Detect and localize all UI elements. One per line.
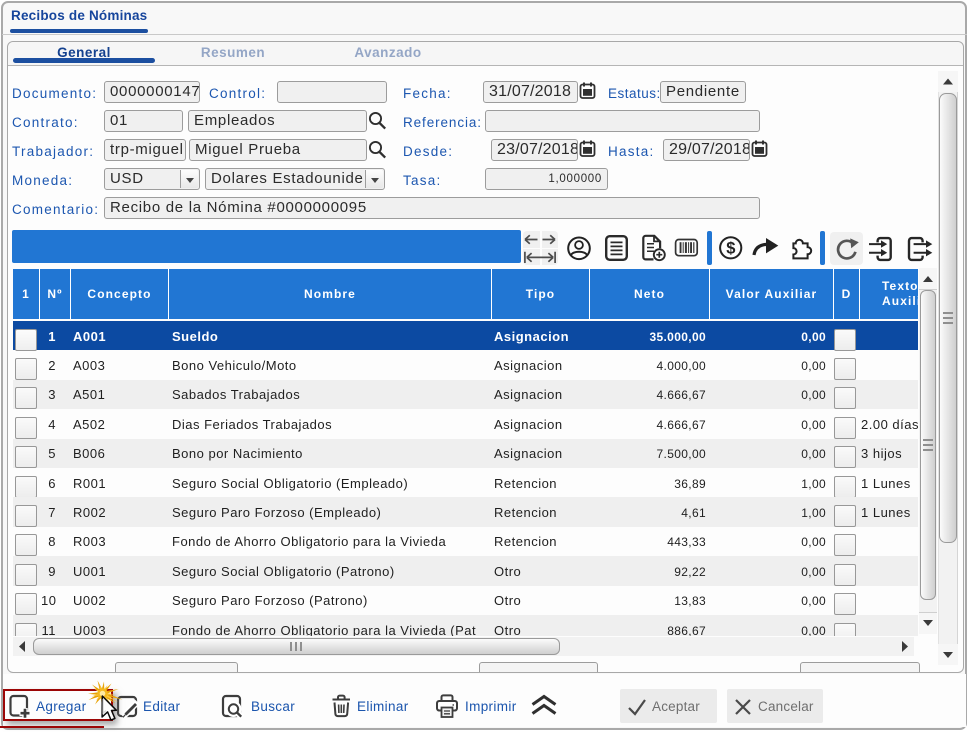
- svg-text:$: $: [726, 239, 735, 257]
